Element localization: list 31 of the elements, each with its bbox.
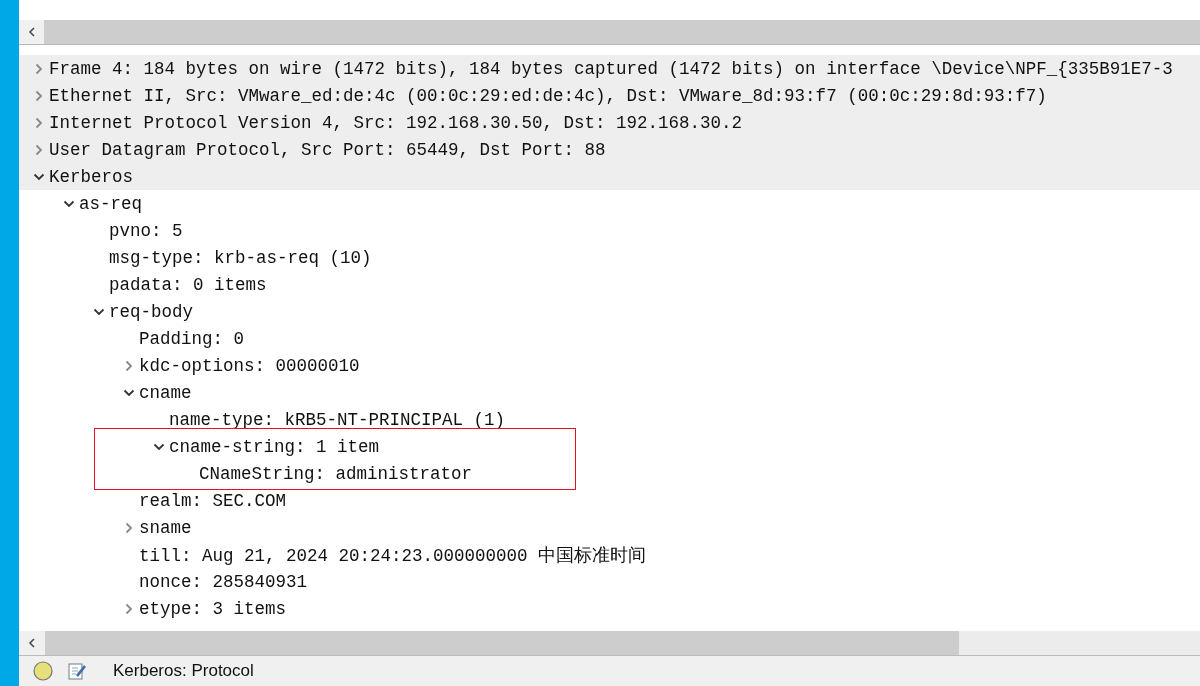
tree-item[interactable]: till: Aug 21, 2024 20:24:23.000000000 中国标准时间	[139, 542, 647, 567]
scroll-left-icon[interactable]	[27, 27, 36, 37]
status-text: Kerberos: Protocol	[113, 661, 254, 681]
tree-item[interactable]: sname	[139, 517, 192, 538]
chevron-right-icon[interactable]	[33, 143, 45, 156]
chevron-right-icon[interactable]	[123, 602, 135, 615]
tree-item[interactable]: Padding: 0	[139, 328, 245, 349]
tree-item[interactable]: req-body	[109, 301, 193, 322]
chevron-right-icon[interactable]	[123, 521, 135, 534]
horizontal-scrollbar[interactable]	[19, 20, 1200, 45]
chevron-right-icon[interactable]	[33, 116, 45, 129]
scroll-left-icon[interactable]	[28, 638, 36, 648]
tree-item[interactable]: nonce: 285840931	[139, 571, 308, 592]
tree-item[interactable]: name-type: kRB5-NT-PRINCIPAL (1)	[169, 409, 506, 430]
tree-item[interactable]: padata: 0 items	[109, 274, 267, 295]
tree-item[interactable]: etype: 3 items	[139, 598, 287, 619]
chevron-right-icon[interactable]	[123, 359, 135, 372]
tree-item[interactable]: cname-string: 1 item	[169, 436, 380, 457]
tree-item[interactable]: msg-type: krb-as-req (10)	[109, 247, 372, 268]
tree-item[interactable]: Kerberos	[49, 166, 133, 187]
tree-item[interactable]: kdc-options: 00000010	[139, 355, 360, 376]
tree-item[interactable]: pvno: 5	[109, 220, 183, 241]
chevron-right-icon[interactable]	[33, 62, 45, 75]
horizontal-scrollbar[interactable]	[19, 631, 1200, 656]
tree-item[interactable]: as-req	[79, 193, 142, 214]
edit-note-icon[interactable]	[67, 661, 87, 681]
chevron-right-icon[interactable]	[33, 89, 45, 102]
tree-item[interactable]: cname	[139, 382, 192, 403]
status-circle-icon[interactable]	[33, 661, 53, 681]
tree-item[interactable]: CNameString: administrator	[199, 463, 473, 484]
tree-item[interactable]: realm: SEC.COM	[139, 490, 287, 511]
